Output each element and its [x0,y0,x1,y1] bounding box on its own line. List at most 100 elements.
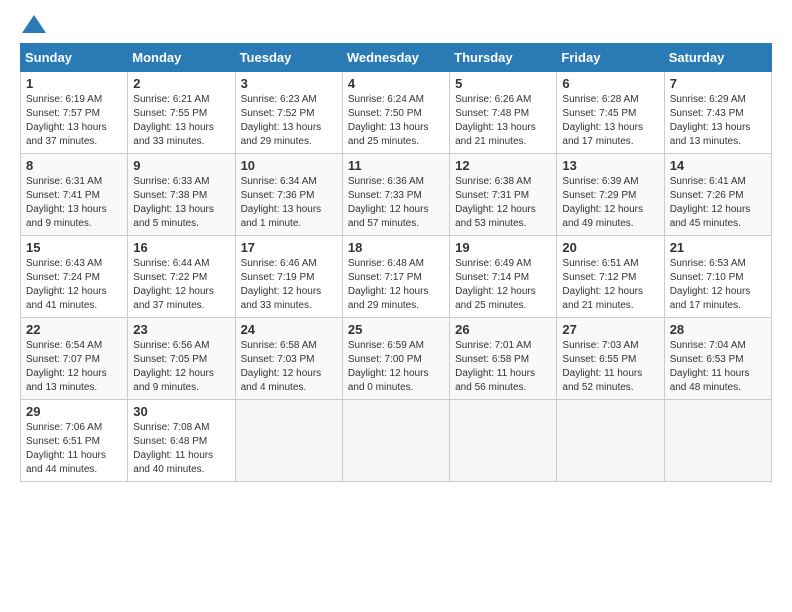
day-info: Sunrise: 7:03 AMSunset: 6:55 PMDaylight:… [562,339,658,395]
day-number: 14 [670,158,766,173]
col-header-sunday: Sunday [21,44,128,72]
day-cell: 9 Sunrise: 6:33 AMSunset: 7:38 PMDayligh… [128,154,235,236]
week-row-4: 22 Sunrise: 6:54 AMSunset: 7:07 PMDaylig… [21,318,772,400]
day-number: 9 [133,158,229,173]
day-info: Sunrise: 6:31 AMSunset: 7:41 PMDaylight:… [26,175,122,231]
day-number: 5 [455,76,551,91]
day-cell: 28 Sunrise: 7:04 AMSunset: 6:53 PMDaylig… [664,318,771,400]
day-number: 27 [562,322,658,337]
day-cell: 20 Sunrise: 6:51 AMSunset: 7:12 PMDaylig… [557,236,664,318]
day-cell [235,400,342,482]
day-number: 19 [455,240,551,255]
day-info: Sunrise: 6:29 AMSunset: 7:43 PMDaylight:… [670,93,766,149]
day-info: Sunrise: 6:46 AMSunset: 7:19 PMDaylight:… [241,257,337,313]
day-cell: 1 Sunrise: 6:19 AMSunset: 7:57 PMDayligh… [21,72,128,154]
day-cell: 24 Sunrise: 6:58 AMSunset: 7:03 PMDaylig… [235,318,342,400]
day-cell [342,400,449,482]
page-container: SundayMondayTuesdayWednesdayThursdayFrid… [0,0,792,497]
day-cell: 19 Sunrise: 6:49 AMSunset: 7:14 PMDaylig… [450,236,557,318]
day-cell: 27 Sunrise: 7:03 AMSunset: 6:55 PMDaylig… [557,318,664,400]
day-info: Sunrise: 6:36 AMSunset: 7:33 PMDaylight:… [348,175,444,231]
day-cell [450,400,557,482]
day-number: 25 [348,322,444,337]
day-number: 16 [133,240,229,255]
day-info: Sunrise: 6:43 AMSunset: 7:24 PMDaylight:… [26,257,122,313]
days-header-row: SundayMondayTuesdayWednesdayThursdayFrid… [21,44,772,72]
day-cell [557,400,664,482]
day-info: Sunrise: 6:51 AMSunset: 7:12 PMDaylight:… [562,257,658,313]
day-info: Sunrise: 7:04 AMSunset: 6:53 PMDaylight:… [670,339,766,395]
day-info: Sunrise: 6:33 AMSunset: 7:38 PMDaylight:… [133,175,229,231]
day-info: Sunrise: 7:08 AMSunset: 6:48 PMDaylight:… [133,421,229,477]
day-number: 30 [133,404,229,419]
col-header-saturday: Saturday [664,44,771,72]
day-cell: 29 Sunrise: 7:06 AMSunset: 6:51 PMDaylig… [21,400,128,482]
day-cell: 17 Sunrise: 6:46 AMSunset: 7:19 PMDaylig… [235,236,342,318]
day-cell: 14 Sunrise: 6:41 AMSunset: 7:26 PMDaylig… [664,154,771,236]
day-number: 1 [26,76,122,91]
day-info: Sunrise: 6:58 AMSunset: 7:03 PMDaylight:… [241,339,337,395]
day-info: Sunrise: 6:19 AMSunset: 7:57 PMDaylight:… [26,93,122,149]
day-number: 22 [26,322,122,337]
day-info: Sunrise: 6:21 AMSunset: 7:55 PMDaylight:… [133,93,229,149]
day-number: 23 [133,322,229,337]
day-cell: 18 Sunrise: 6:48 AMSunset: 7:17 PMDaylig… [342,236,449,318]
day-info: Sunrise: 6:26 AMSunset: 7:48 PMDaylight:… [455,93,551,149]
day-cell: 11 Sunrise: 6:36 AMSunset: 7:33 PMDaylig… [342,154,449,236]
day-number: 11 [348,158,444,173]
day-info: Sunrise: 7:01 AMSunset: 6:58 PMDaylight:… [455,339,551,395]
day-cell: 22 Sunrise: 6:54 AMSunset: 7:07 PMDaylig… [21,318,128,400]
day-number: 7 [670,76,766,91]
day-cell: 8 Sunrise: 6:31 AMSunset: 7:41 PMDayligh… [21,154,128,236]
day-number: 17 [241,240,337,255]
day-number: 15 [26,240,122,255]
day-info: Sunrise: 6:59 AMSunset: 7:00 PMDaylight:… [348,339,444,395]
day-cell: 7 Sunrise: 6:29 AMSunset: 7:43 PMDayligh… [664,72,771,154]
day-number: 29 [26,404,122,419]
day-cell: 23 Sunrise: 6:56 AMSunset: 7:05 PMDaylig… [128,318,235,400]
day-number: 2 [133,76,229,91]
day-info: Sunrise: 6:44 AMSunset: 7:22 PMDaylight:… [133,257,229,313]
week-row-5: 29 Sunrise: 7:06 AMSunset: 6:51 PMDaylig… [21,400,772,482]
day-number: 18 [348,240,444,255]
day-number: 28 [670,322,766,337]
calendar-table: SundayMondayTuesdayWednesdayThursdayFrid… [20,43,772,482]
day-cell: 5 Sunrise: 6:26 AMSunset: 7:48 PMDayligh… [450,72,557,154]
day-number: 3 [241,76,337,91]
day-cell: 25 Sunrise: 6:59 AMSunset: 7:00 PMDaylig… [342,318,449,400]
day-cell: 2 Sunrise: 6:21 AMSunset: 7:55 PMDayligh… [128,72,235,154]
week-row-3: 15 Sunrise: 6:43 AMSunset: 7:24 PMDaylig… [21,236,772,318]
day-cell: 16 Sunrise: 6:44 AMSunset: 7:22 PMDaylig… [128,236,235,318]
day-number: 8 [26,158,122,173]
day-cell: 13 Sunrise: 6:39 AMSunset: 7:29 PMDaylig… [557,154,664,236]
page-header [20,15,772,33]
day-info: Sunrise: 6:38 AMSunset: 7:31 PMDaylight:… [455,175,551,231]
day-cell [664,400,771,482]
week-row-2: 8 Sunrise: 6:31 AMSunset: 7:41 PMDayligh… [21,154,772,236]
day-number: 26 [455,322,551,337]
day-cell: 26 Sunrise: 7:01 AMSunset: 6:58 PMDaylig… [450,318,557,400]
day-info: Sunrise: 6:39 AMSunset: 7:29 PMDaylight:… [562,175,658,231]
day-info: Sunrise: 6:56 AMSunset: 7:05 PMDaylight:… [133,339,229,395]
col-header-monday: Monday [128,44,235,72]
day-number: 20 [562,240,658,255]
day-info: Sunrise: 6:34 AMSunset: 7:36 PMDaylight:… [241,175,337,231]
day-info: Sunrise: 6:54 AMSunset: 7:07 PMDaylight:… [26,339,122,395]
day-cell: 10 Sunrise: 6:34 AMSunset: 7:36 PMDaylig… [235,154,342,236]
col-header-tuesday: Tuesday [235,44,342,72]
day-info: Sunrise: 6:23 AMSunset: 7:52 PMDaylight:… [241,93,337,149]
day-number: 6 [562,76,658,91]
day-cell: 30 Sunrise: 7:08 AMSunset: 6:48 PMDaylig… [128,400,235,482]
day-info: Sunrise: 6:28 AMSunset: 7:45 PMDaylight:… [562,93,658,149]
day-cell: 4 Sunrise: 6:24 AMSunset: 7:50 PMDayligh… [342,72,449,154]
day-cell: 12 Sunrise: 6:38 AMSunset: 7:31 PMDaylig… [450,154,557,236]
day-number: 4 [348,76,444,91]
day-cell: 3 Sunrise: 6:23 AMSunset: 7:52 PMDayligh… [235,72,342,154]
day-cell: 15 Sunrise: 6:43 AMSunset: 7:24 PMDaylig… [21,236,128,318]
day-cell: 6 Sunrise: 6:28 AMSunset: 7:45 PMDayligh… [557,72,664,154]
day-info: Sunrise: 7:06 AMSunset: 6:51 PMDaylight:… [26,421,122,477]
day-number: 13 [562,158,658,173]
day-number: 24 [241,322,337,337]
day-number: 10 [241,158,337,173]
logo [20,15,46,33]
